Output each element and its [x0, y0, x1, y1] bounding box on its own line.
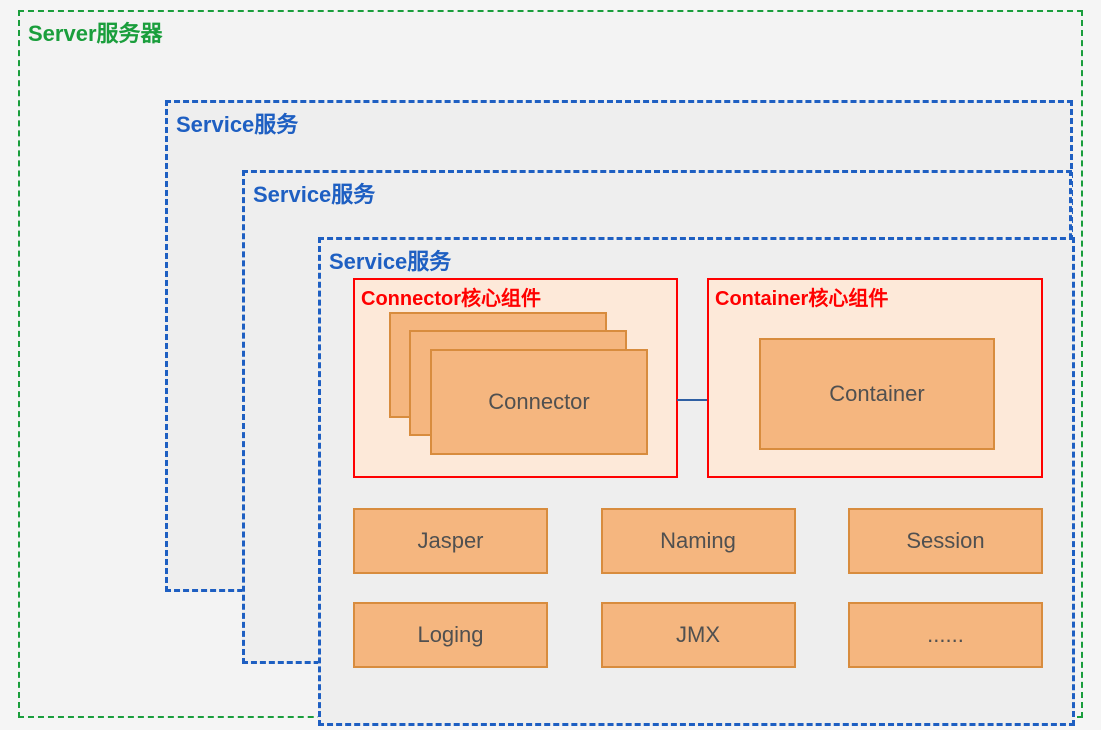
container-core-group: Container核心组件 Container	[707, 278, 1043, 478]
component-more: ......	[848, 602, 1043, 668]
component-row-1: Jasper Naming Session	[353, 508, 1043, 574]
component-naming: Naming	[601, 508, 796, 574]
service-label-2: Service服务	[253, 177, 375, 209]
server-label: Server服务器	[28, 16, 163, 48]
service-label-1: Service服务	[176, 107, 298, 139]
component-jasper: Jasper	[353, 508, 548, 574]
component-session: Session	[848, 508, 1043, 574]
component-row-2: Loging JMX ......	[353, 602, 1043, 668]
container-box: Container	[759, 338, 995, 450]
connector-core-title: Connector核心组件	[361, 282, 541, 311]
connector-core-group: Connector核心组件 Connector	[353, 278, 678, 478]
connector-box: Connector	[430, 349, 648, 455]
container-core-title: Container核心组件	[715, 282, 888, 311]
component-loging: Loging	[353, 602, 548, 668]
service-label-3: Service服务	[329, 244, 451, 276]
service-box-3: Service服务 Connector核心组件 Connector Contai…	[318, 237, 1075, 726]
component-jmx: JMX	[601, 602, 796, 668]
server-container: Server服务器 Service服务 Service服务 Service服务 …	[18, 10, 1083, 718]
